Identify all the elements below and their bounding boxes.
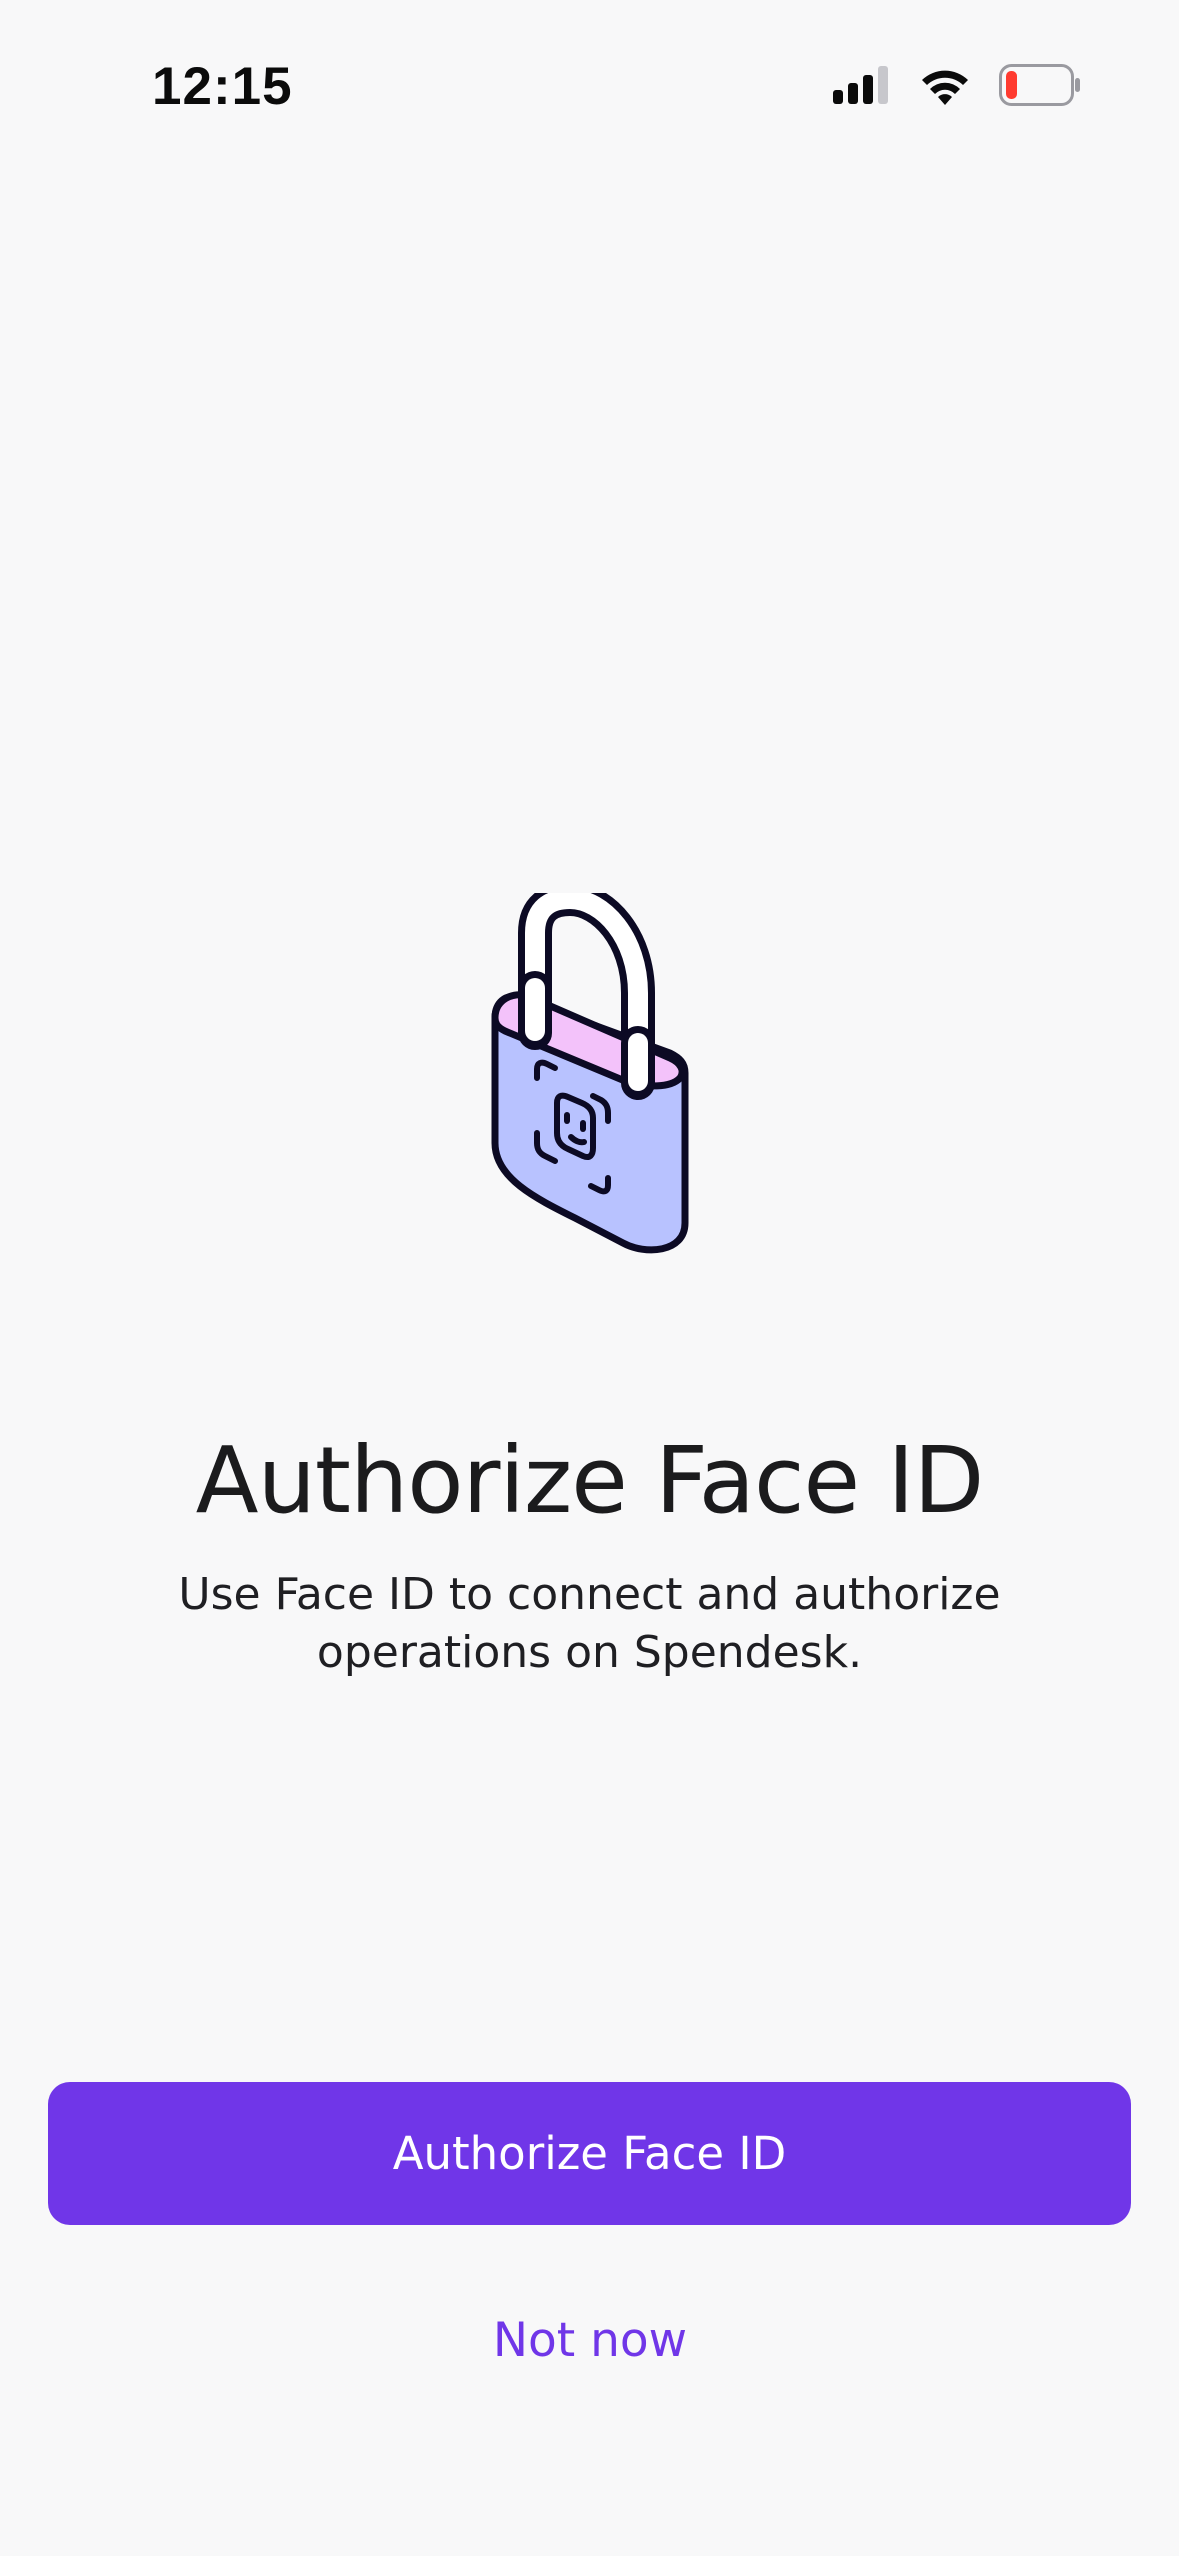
status-bar: 12:15: [0, 0, 1179, 170]
battery-low-icon: [999, 64, 1081, 111]
face-id-padlock-icon: [475, 882, 705, 1263]
authorize-face-id-button[interactable]: Authorize Face ID: [48, 2082, 1131, 2225]
page-description: Use Face ID to connect and authorize ope…: [178, 1569, 1001, 1678]
wifi-icon: [919, 65, 971, 110]
cellular-signal-icon: [833, 66, 891, 109]
face-id-screen: 12:15 Authorize Face ID Use Face ID to c…: [0, 0, 1179, 2556]
page-title: Authorize Face ID: [195, 1426, 985, 1534]
status-icons: [833, 64, 1081, 111]
not-now-button[interactable]: Not now: [390, 2300, 790, 2380]
status-time: 12:15: [152, 57, 293, 116]
